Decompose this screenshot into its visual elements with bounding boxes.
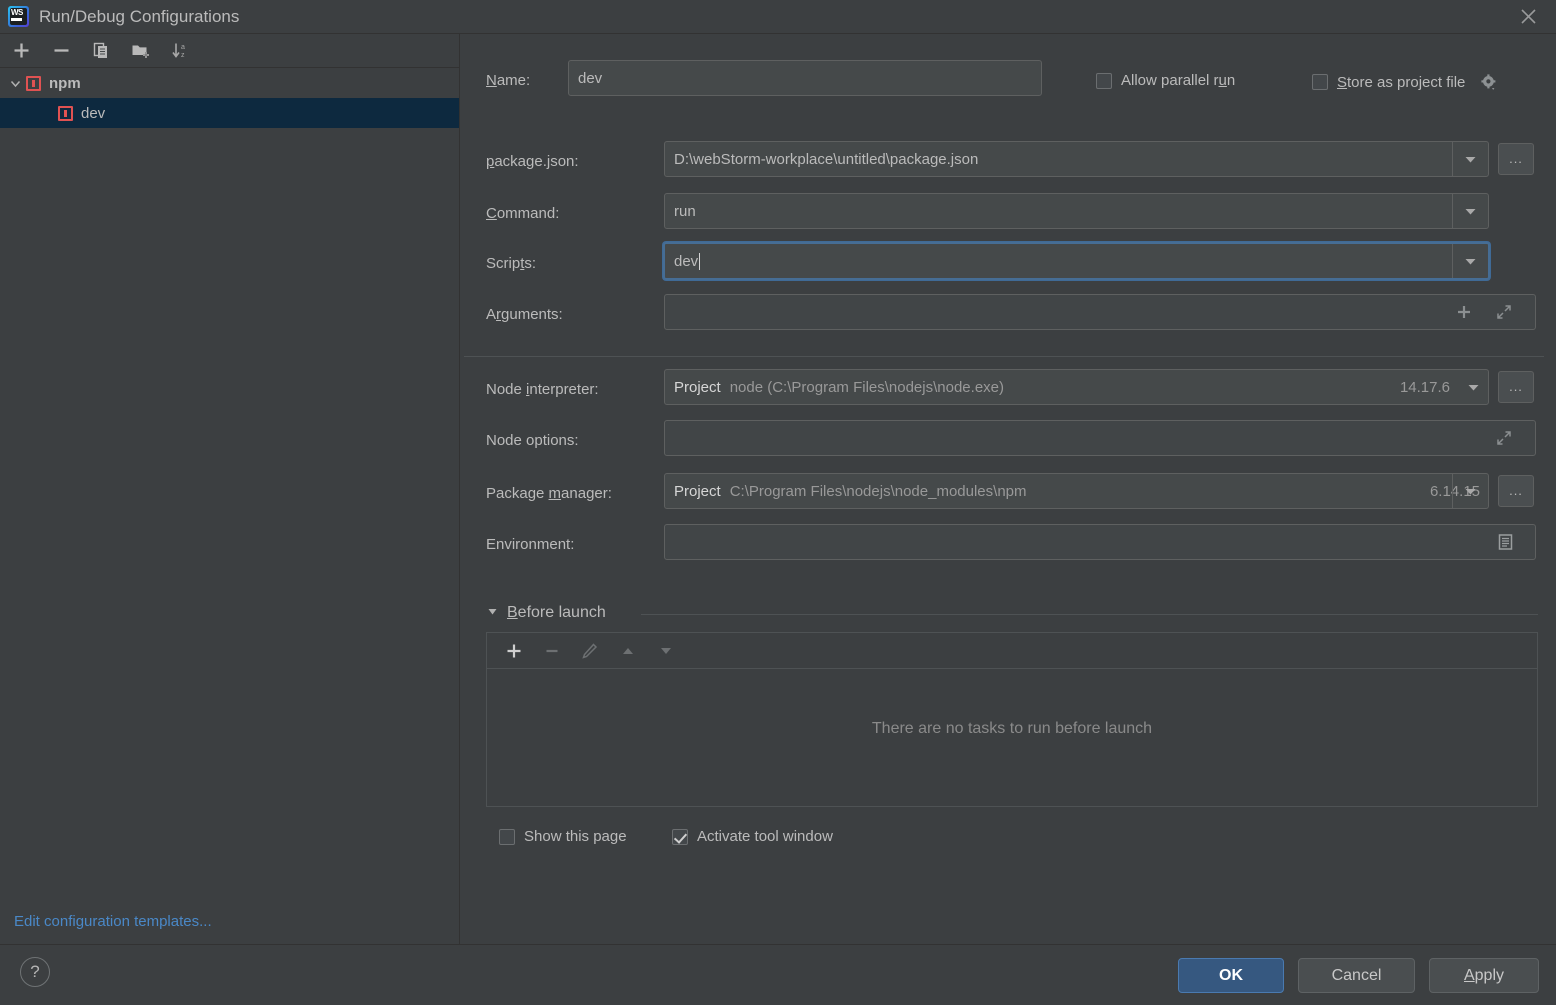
- add-task-button[interactable]: [499, 636, 529, 666]
- chevron-down-icon[interactable]: [4, 77, 26, 90]
- package-manager-browse-button[interactable]: ...: [1498, 475, 1534, 507]
- remove-configuration-button[interactable]: [46, 37, 76, 65]
- package-json-browse-label: ...: [1509, 156, 1523, 162]
- command-value: run: [674, 203, 696, 220]
- pencil-icon: [575, 636, 605, 666]
- npm-icon: [58, 106, 73, 121]
- tree-group-label: npm: [49, 75, 81, 92]
- node-options-label: Node options:: [486, 432, 579, 449]
- configuration-editor-panel: Name: dev Allow parallel run Store as pr…: [461, 34, 1556, 944]
- package-manager-value: C:\Program Files\nodejs\node_modules\npm: [730, 483, 1027, 500]
- tree-item-dev[interactable]: dev: [0, 98, 459, 128]
- name-input[interactable]: dev: [568, 60, 1042, 96]
- page-title: Run/Debug Configurations: [39, 7, 239, 27]
- scripts-input[interactable]: dev: [663, 242, 1490, 280]
- show-this-page-box[interactable]: [499, 829, 515, 845]
- node-interpreter-scope: Project: [674, 379, 721, 396]
- store-as-project-file-label: Store as project file: [1337, 74, 1465, 91]
- plus-icon[interactable]: [1455, 303, 1473, 321]
- apply-button[interactable]: Apply: [1429, 958, 1539, 993]
- allow-parallel-run-checkbox[interactable]: Allow parallel run: [1096, 72, 1235, 89]
- text-caret: [699, 253, 700, 270]
- tree-group-npm[interactable]: npm: [0, 68, 459, 98]
- chevron-down-icon[interactable]: [1458, 370, 1488, 404]
- gear-dropdown-icon[interactable]: [1479, 72, 1499, 92]
- activate-tool-window-checkbox[interactable]: Activate tool window: [672, 828, 833, 845]
- node-interpreter-label: Node interpreter:: [486, 381, 599, 398]
- package-json-browse-button[interactable]: ...: [1498, 143, 1534, 175]
- configurations-tree: npm dev: [0, 68, 459, 128]
- arguments-input[interactable]: [664, 294, 1536, 330]
- add-configuration-button[interactable]: [6, 37, 36, 65]
- arguments-label: Arguments:: [486, 306, 563, 323]
- show-this-page-label: Show this page: [524, 828, 627, 845]
- triangle-down-icon[interactable]: [486, 605, 499, 622]
- scripts-value: dev: [674, 253, 698, 270]
- node-interpreter-version: 14.17.6: [1400, 379, 1458, 396]
- package-json-input[interactable]: D:\webStorm-workplace\untitled\package.j…: [664, 141, 1489, 177]
- package-json-label: package.json:: [486, 153, 579, 170]
- package-json-value: D:\webStorm-workplace\untitled\package.j…: [674, 151, 978, 168]
- expand-icon[interactable]: [1495, 303, 1513, 321]
- npm-icon: [26, 76, 41, 91]
- node-options-input[interactable]: [664, 420, 1536, 456]
- show-this-page-checkbox[interactable]: Show this page: [499, 828, 627, 845]
- before-launch-title: Before launch: [507, 604, 606, 622]
- node-interpreter-browse-label: ...: [1509, 384, 1523, 390]
- before-launch-header[interactable]: Before launch: [486, 604, 606, 622]
- environment-label: Environment:: [486, 536, 574, 553]
- scripts-label: Scripts:: [486, 255, 536, 272]
- configurations-toolbar: a z: [0, 34, 459, 68]
- store-as-project-file-checkbox[interactable]: Store as project file: [1312, 72, 1499, 92]
- edit-configuration-templates-link[interactable]: Edit configuration templates...: [14, 913, 212, 930]
- command-input[interactable]: run: [664, 193, 1489, 229]
- help-button[interactable]: ?: [20, 957, 50, 987]
- chevron-down-icon[interactable]: [1452, 474, 1488, 508]
- before-launch-toolbar: [487, 633, 1537, 669]
- expand-icon[interactable]: [1495, 429, 1513, 447]
- move-task-down-button: [651, 636, 681, 666]
- command-label: Command:: [486, 205, 559, 222]
- ok-button[interactable]: OK: [1178, 958, 1284, 993]
- new-folder-button[interactable]: [126, 37, 156, 65]
- before-launch-rule: [641, 614, 1538, 615]
- before-launch-empty-text: There are no tasks to run before launch: [487, 669, 1537, 789]
- node-interpreter-browse-button[interactable]: ...: [1498, 371, 1534, 403]
- chevron-down-icon[interactable]: [1452, 194, 1488, 228]
- store-as-project-file-box[interactable]: [1312, 74, 1328, 90]
- close-icon[interactable]: [1500, 0, 1556, 33]
- node-interpreter-input[interactable]: Project node (C:\Program Files\nodejs\no…: [664, 369, 1489, 405]
- remove-task-button: [537, 636, 567, 666]
- cancel-button[interactable]: Cancel: [1298, 958, 1415, 993]
- before-launch-panel: There are no tasks to run before launch: [486, 632, 1538, 807]
- node-interpreter-value: node (C:\Program Files\nodejs\node.exe): [730, 379, 1004, 396]
- activate-tool-window-label: Activate tool window: [697, 828, 833, 845]
- svg-text:z: z: [181, 52, 185, 59]
- environment-input[interactable]: [664, 524, 1536, 560]
- package-manager-browse-label: ...: [1509, 488, 1523, 494]
- webstorm-logo-icon: WS: [8, 6, 29, 27]
- tree-item-label: dev: [81, 105, 105, 122]
- environment-list-icon[interactable]: [1496, 533, 1515, 552]
- name-label: Name:: [486, 72, 530, 89]
- chevron-down-icon[interactable]: [1452, 142, 1488, 176]
- move-task-up-button: [613, 636, 643, 666]
- sort-configurations-button[interactable]: a z: [166, 37, 196, 65]
- copy-configuration-button[interactable]: [86, 37, 116, 65]
- package-manager-input[interactable]: Project C:\Program Files\nodejs\node_mod…: [664, 473, 1489, 509]
- title-bar: WS Run/Debug Configurations: [0, 0, 1556, 33]
- activate-tool-window-box[interactable]: [672, 829, 688, 845]
- allow-parallel-run-box[interactable]: [1096, 73, 1112, 89]
- chevron-down-icon[interactable]: [1452, 244, 1488, 278]
- package-manager-scope: Project: [674, 483, 721, 500]
- allow-parallel-run-label: Allow parallel run: [1121, 72, 1235, 89]
- dialog-footer: ? OK Cancel Apply: [0, 945, 1556, 1005]
- name-value: dev: [578, 70, 602, 87]
- configurations-panel: a z npm dev Edit configuration templates…: [0, 34, 460, 944]
- svg-text:a: a: [181, 44, 185, 51]
- package-manager-label: Package manager:: [486, 485, 612, 502]
- section-divider: [464, 356, 1544, 357]
